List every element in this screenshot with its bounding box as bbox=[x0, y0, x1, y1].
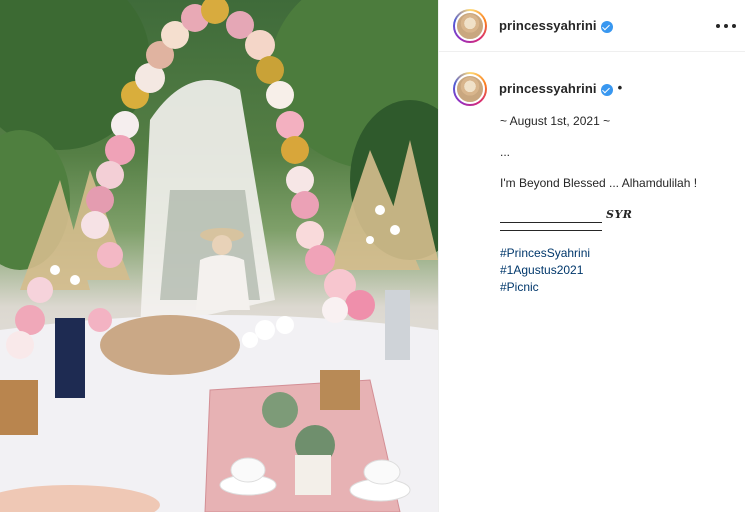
signature-line: SYR bbox=[500, 206, 730, 223]
caption-date: ~ August 1st, 2021 ~ bbox=[500, 114, 611, 128]
username-link[interactable]: princessyahrini bbox=[499, 18, 597, 33]
caption-text: ~ August 1st, 2021 ~ ... I'm Beyond Bles… bbox=[500, 113, 730, 296]
signature-underline-2 bbox=[500, 223, 602, 231]
caption-gap bbox=[500, 130, 730, 144]
hashtag-link[interactable]: #1Agustus2021 bbox=[500, 262, 730, 279]
signature-text: SYR bbox=[606, 208, 633, 221]
caption-gap bbox=[500, 161, 730, 175]
post-header: princessyahrini bbox=[439, 0, 745, 52]
instagram-post: princessyahrini princessyahrini • ~ Augu… bbox=[0, 0, 745, 512]
profile-avatar[interactable] bbox=[453, 8, 487, 43]
more-options-icon[interactable] bbox=[716, 17, 736, 35]
caption-dots: ... bbox=[500, 145, 511, 159]
caption-author-row: princessyahrini • bbox=[453, 72, 622, 106]
caption-username-link[interactable]: princessyahrini bbox=[499, 81, 597, 96]
verified-badge-icon bbox=[600, 20, 613, 33]
signature-underline bbox=[500, 211, 602, 223]
picnic-scene-image bbox=[0, 0, 438, 512]
post-sidebar: princessyahrini princessyahrini • ~ Augu… bbox=[438, 0, 745, 512]
avatar-image bbox=[455, 10, 485, 41]
hashtag-link[interactable]: #Picnic bbox=[500, 279, 730, 296]
caption-gap bbox=[500, 192, 730, 206]
dot-icon bbox=[724, 24, 728, 28]
dot-icon bbox=[732, 24, 736, 28]
caption-avatar[interactable] bbox=[453, 72, 487, 106]
post-photo[interactable] bbox=[0, 0, 438, 512]
dot-icon bbox=[716, 24, 720, 28]
hashtag-link[interactable]: #PrincesSyahrini bbox=[500, 245, 730, 262]
follow-separator: • bbox=[617, 80, 623, 95]
avatar-image bbox=[455, 74, 485, 104]
caption-message: I'm Beyond Blessed ... Alhamdulilah ! bbox=[500, 176, 698, 190]
verified-badge-icon bbox=[600, 84, 613, 96]
